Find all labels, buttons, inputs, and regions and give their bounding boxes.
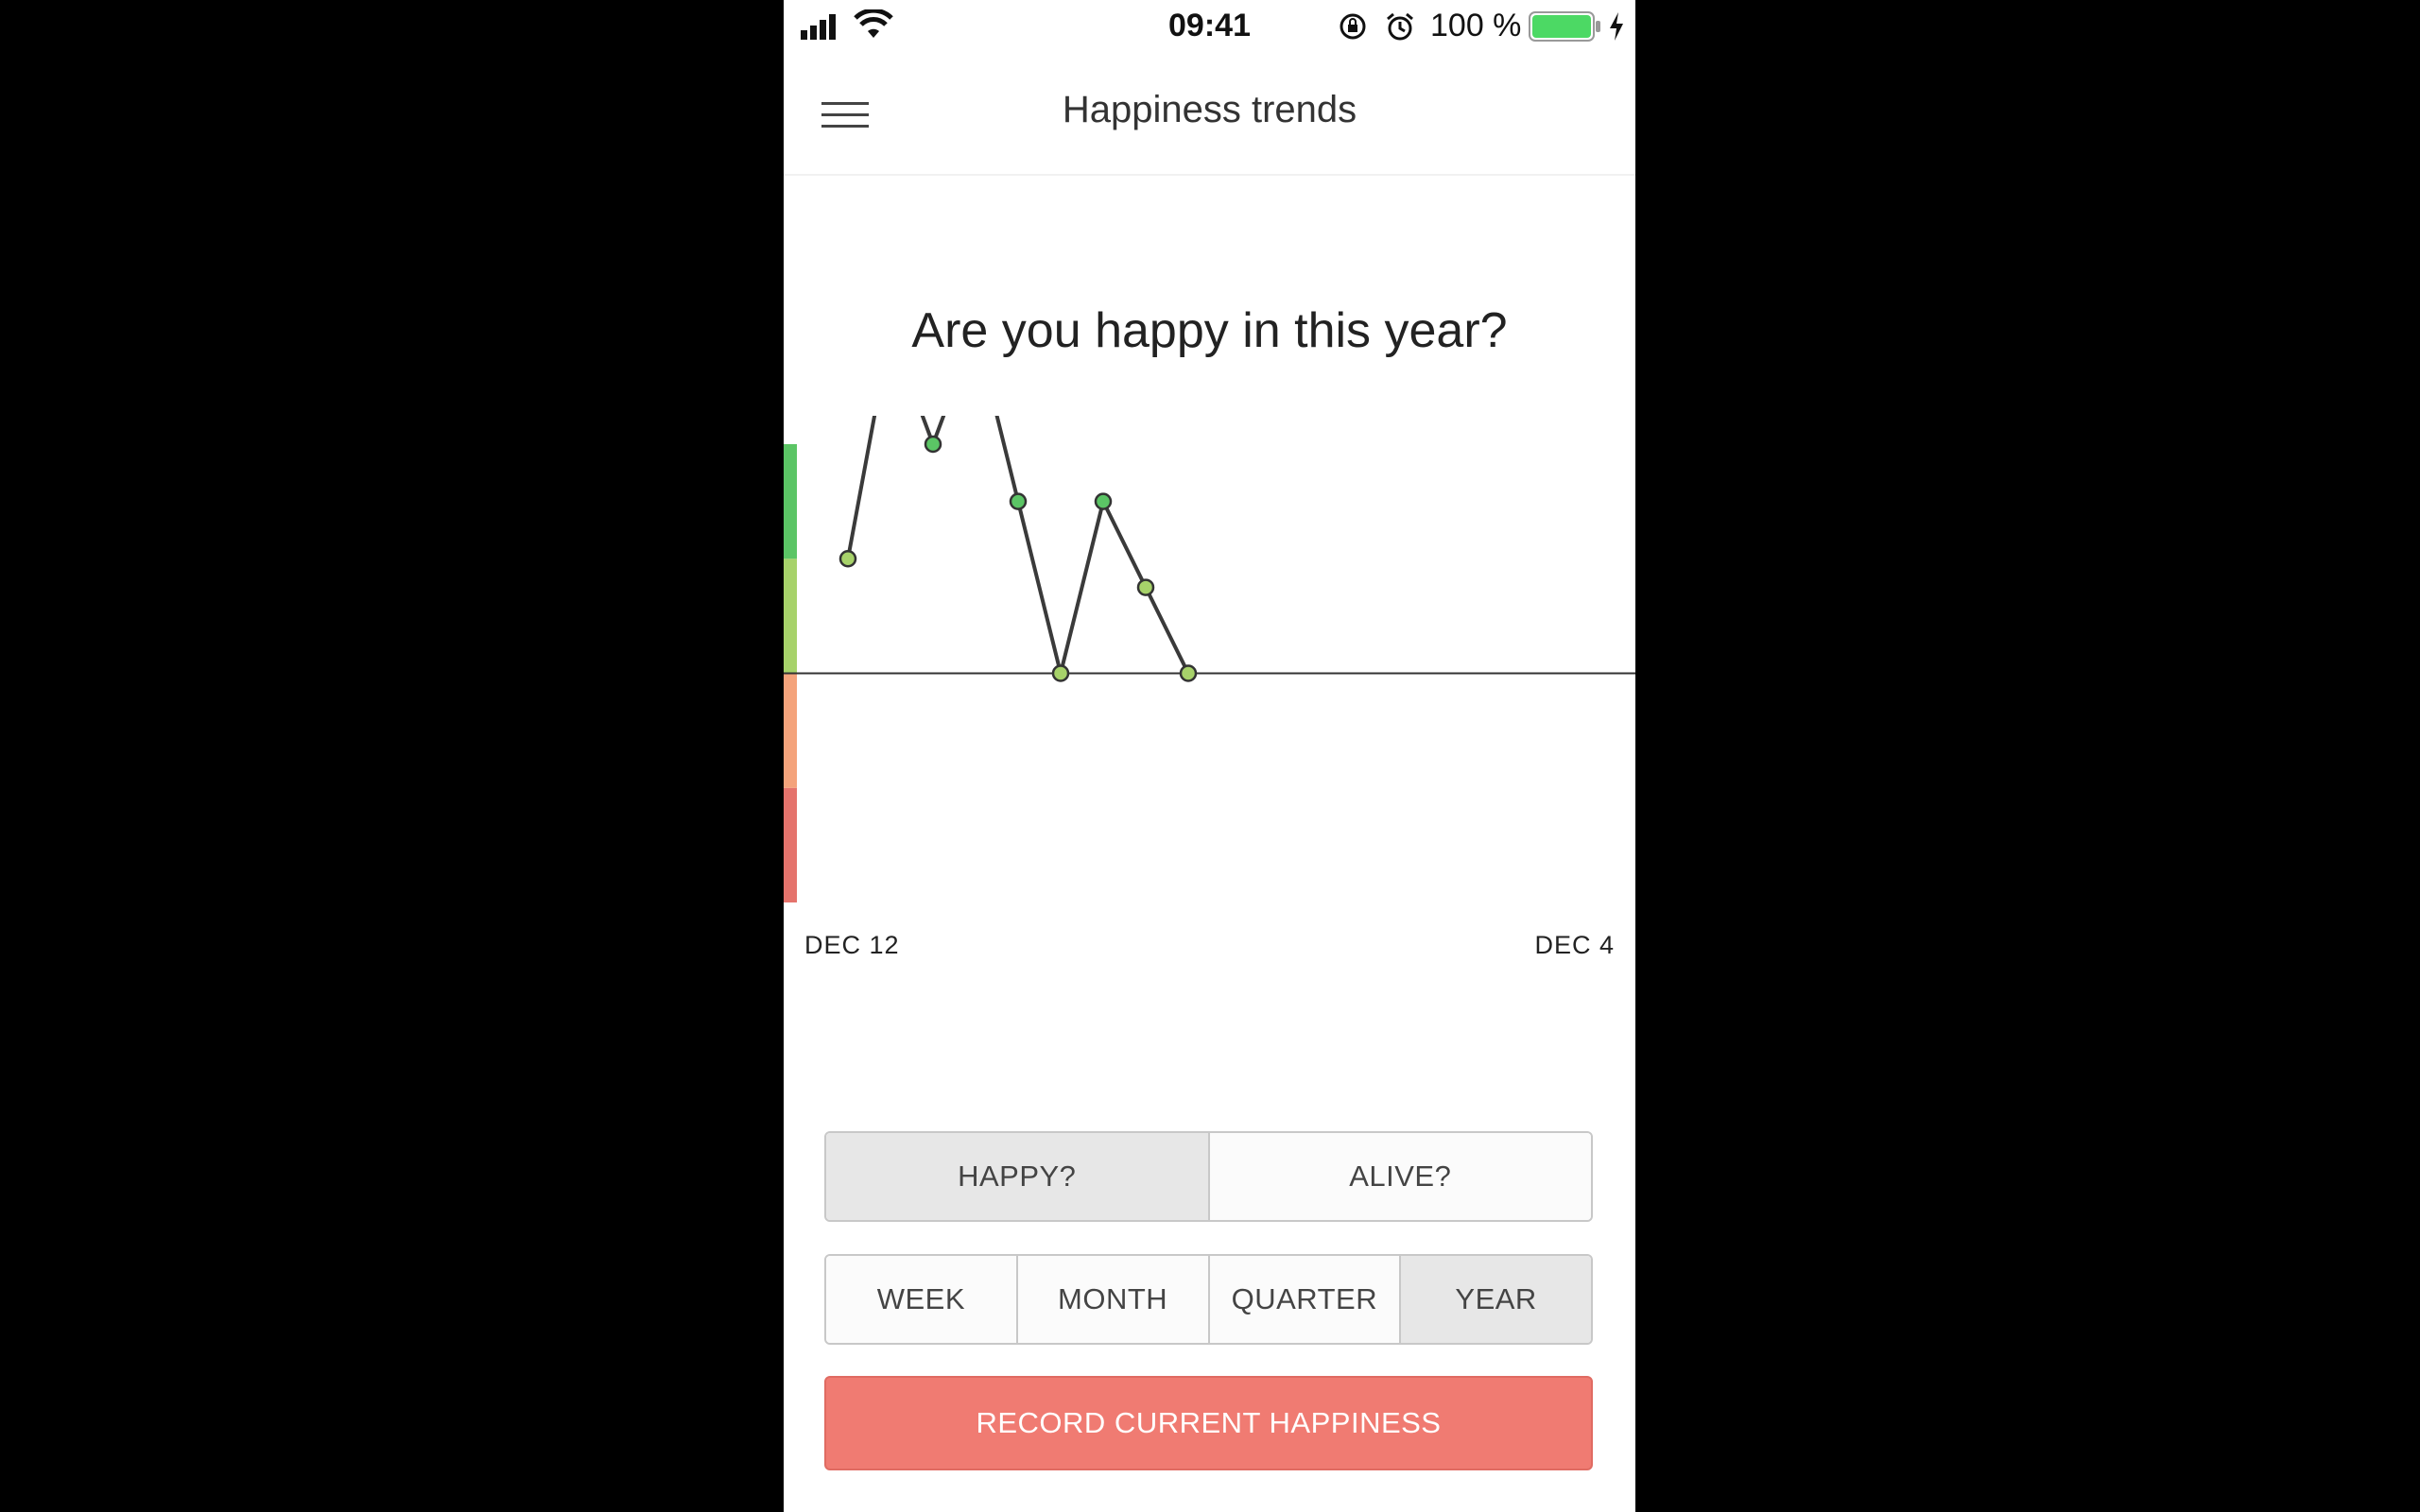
charging-icon <box>1610 12 1623 41</box>
scale-band-3 <box>784 444 797 559</box>
trend-line <box>846 416 1190 676</box>
page-title: Happiness trends <box>1062 89 1357 130</box>
data-point[interactable] <box>1136 578 1155 596</box>
chart-question: Are you happy in this year? <box>911 303 1508 358</box>
nav-bar: Happiness trends <box>784 53 1635 176</box>
period-toggle: WEEK MONTH QUARTER YEAR <box>824 1254 1593 1345</box>
orientation-lock-icon <box>1340 13 1366 40</box>
metric-option-happy[interactable]: HAPPY? <box>826 1133 1208 1220</box>
battery-percent: 100 % <box>1430 8 1522 43</box>
period-option-week[interactable]: WEEK <box>826 1256 1016 1343</box>
period-option-quarter[interactable]: QUARTER <box>1207 1256 1400 1343</box>
scale-band-1 <box>784 673 797 788</box>
data-point[interactable] <box>1179 664 1198 682</box>
metric-toggle: HAPPY? ALIVE? <box>824 1131 1593 1222</box>
record-happiness-button[interactable]: RECORD CURRENT HAPPINESS <box>824 1376 1593 1470</box>
data-point[interactable] <box>924 435 942 454</box>
axis-end-date: DEC 4 <box>1534 931 1615 959</box>
scale-band-0 <box>784 787 797 902</box>
happiness-chart <box>784 416 1635 902</box>
data-point[interactable] <box>1094 492 1113 510</box>
data-point[interactable] <box>838 550 857 568</box>
alarm-icon <box>1387 12 1413 41</box>
data-point[interactable] <box>1051 664 1070 682</box>
battery-icon <box>1529 11 1600 42</box>
scale-band-2 <box>784 558 797 674</box>
axis-start-date: DEC 12 <box>804 931 900 959</box>
metric-option-alive[interactable]: ALIVE? <box>1207 1133 1591 1220</box>
status-bar: 09:41 100 % <box>784 0 1635 53</box>
phone-screen: 09:41 100 % Happiness trends Are you hap… <box>784 0 1635 1512</box>
data-point[interactable] <box>1009 492 1028 510</box>
period-option-month[interactable]: MONTH <box>1015 1256 1208 1343</box>
period-option-year[interactable]: YEAR <box>1399 1256 1591 1343</box>
